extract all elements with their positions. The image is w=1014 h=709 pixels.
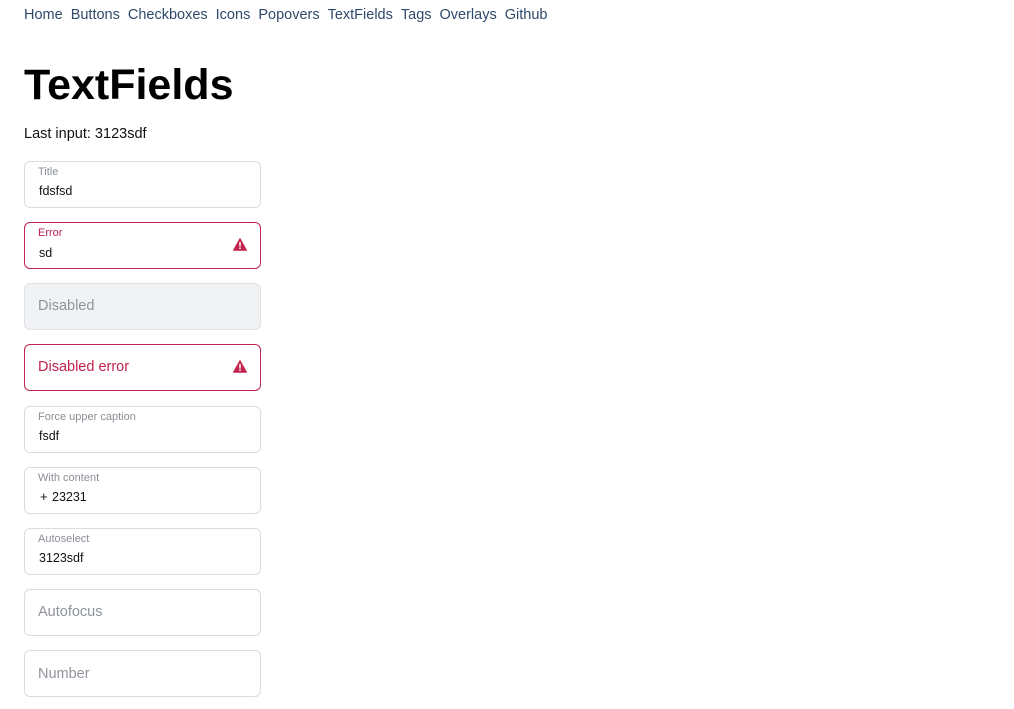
title-field[interactable]: Title fdsfsd [24, 161, 261, 208]
nav-link-buttons[interactable]: Buttons [71, 7, 120, 23]
force-upper-caption-field-caption: Force upper caption [38, 411, 136, 423]
with-content-field-value[interactable]: 23231 [52, 490, 87, 504]
with-content-field[interactable]: With content + 23231 [24, 467, 261, 514]
error-field-value[interactable]: sd [39, 246, 52, 260]
disabled-error-field-placeholder: Disabled error [38, 359, 130, 375]
nav-link-textfields[interactable]: TextFields [328, 7, 393, 23]
top-nav: Home Buttons Checkboxes Icons Popovers T… [24, 7, 547, 23]
nav-link-overlays[interactable]: Overlays [440, 7, 497, 23]
nav-link-home[interactable]: Home [24, 7, 63, 23]
last-input-text: Last input: 3123sdf [24, 126, 147, 142]
force-upper-caption-field-value[interactable]: fsdf [39, 429, 59, 443]
nav-link-github[interactable]: Github [505, 7, 548, 23]
nav-link-checkboxes[interactable]: Checkboxes [128, 7, 208, 23]
title-field-caption: Title [38, 166, 59, 178]
disabled-field: Disabled [24, 283, 261, 330]
nav-link-icons[interactable]: Icons [216, 7, 251, 23]
page: Home Buttons Checkboxes Icons Popovers T… [0, 0, 1014, 709]
warning-icon [233, 360, 247, 373]
error-field-caption: Error [38, 227, 63, 239]
number-field[interactable]: Number [24, 650, 261, 697]
autoselect-field-value[interactable]: 3123sdf [39, 551, 83, 565]
force-upper-caption-field[interactable]: Force upper caption fsdf [24, 406, 261, 453]
error-field[interactable]: Error sd [24, 222, 261, 269]
autofocus-field-placeholder: Autofocus [38, 604, 103, 620]
disabled-error-field: Disabled error [24, 344, 261, 391]
disabled-field-placeholder: Disabled [38, 298, 95, 314]
with-content-field-caption: With content [38, 472, 100, 484]
autoselect-field-caption: Autoselect [38, 533, 90, 545]
warning-icon [233, 238, 247, 251]
plus-prefix-icon: + [40, 489, 48, 504]
nav-link-popovers[interactable]: Popovers [258, 7, 319, 23]
title-field-value[interactable]: fdsfsd [39, 184, 72, 198]
page-title: TextFields [24, 61, 234, 109]
number-field-placeholder: Number [38, 666, 90, 682]
nav-link-tags[interactable]: Tags [401, 7, 432, 23]
autoselect-field[interactable]: Autoselect 3123sdf [24, 528, 261, 575]
autofocus-field[interactable]: Autofocus [24, 589, 261, 636]
